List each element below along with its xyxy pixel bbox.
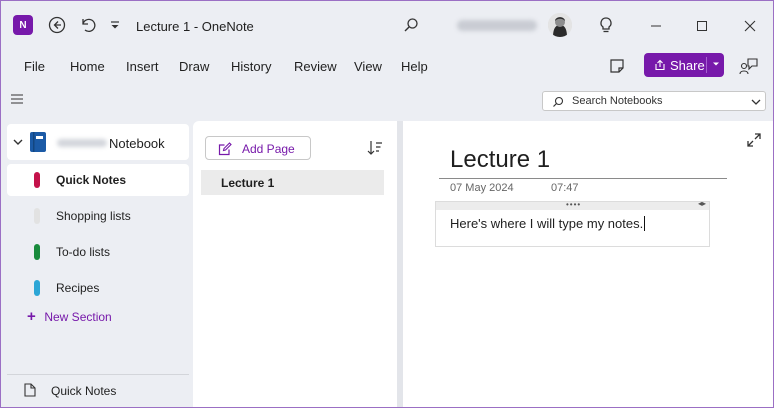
share-label: Share: [670, 57, 705, 73]
text-cursor: [644, 216, 646, 231]
menu-review[interactable]: Review: [294, 59, 337, 74]
hamburger-menu-icon[interactable]: [11, 94, 23, 104]
sidebar-divider: [7, 374, 189, 375]
search-icon: [553, 96, 564, 107]
section-color-tab: [34, 172, 40, 188]
page-date: 07 May 2024: [450, 182, 514, 194]
menu-file[interactable]: File: [24, 59, 45, 74]
add-page-label: Add Page: [242, 142, 295, 156]
section-to-do-lists[interactable]: To-do lists: [7, 236, 189, 268]
notebook-selector[interactable]: Notebook: [7, 124, 189, 160]
feedback-icon[interactable]: [738, 55, 760, 77]
section-color-tab: [34, 244, 40, 260]
section-color-tab: [34, 280, 40, 296]
page-title[interactable]: Lecture 1: [450, 146, 550, 174]
notebook-sidebar: Notebook Quick Notes Shopping lists To-d…: [1, 121, 193, 407]
menu-history[interactable]: History: [231, 59, 271, 74]
window-title: Lecture 1 - OneNote: [136, 19, 254, 34]
new-section-button[interactable]: + New Section: [27, 308, 112, 325]
undo-icon[interactable]: [76, 14, 98, 36]
menu-view[interactable]: View: [354, 59, 382, 74]
page-canvas[interactable]: Lecture 1 07 May 2024 07:47 •••• ◂▸ Here…: [403, 121, 773, 407]
menu-help[interactable]: Help: [401, 59, 428, 74]
resize-handle-icon[interactable]: ◂▸: [698, 199, 706, 208]
page-time: 07:47: [551, 182, 579, 194]
menu-draw[interactable]: Draw: [179, 59, 209, 74]
add-page-icon: [218, 142, 232, 156]
lightbulb-icon[interactable]: [595, 14, 617, 36]
note-container[interactable]: •••• ◂▸ Here's where I will type my note…: [435, 199, 710, 247]
new-section-label: New Section: [44, 310, 112, 324]
notebook-name: Notebook: [109, 136, 165, 151]
chevron-down-icon[interactable]: [13, 138, 23, 146]
chevron-down-icon[interactable]: [711, 59, 721, 69]
page-icon: [24, 383, 36, 397]
section-label: Quick Notes: [56, 173, 127, 187]
share-button[interactable]: Share: [644, 53, 724, 77]
chevron-down-icon[interactable]: [751, 98, 761, 106]
note-text[interactable]: Here's where I will type my notes.: [450, 216, 646, 231]
minimize-button[interactable]: [643, 13, 669, 39]
back-icon[interactable]: [46, 14, 68, 36]
section-shopping-lists[interactable]: Shopping lists: [7, 200, 189, 232]
close-button[interactable]: [737, 13, 763, 39]
avatar[interactable]: [548, 13, 572, 37]
page-list-pane: Add Page Lecture 1: [193, 121, 397, 407]
title-bar: N Lecture 1 - OneNote: [1, 1, 773, 51]
add-page-button[interactable]: Add Page: [205, 136, 311, 160]
account-name[interactable]: [457, 20, 537, 31]
share-icon: [655, 59, 665, 71]
section-label: To-do lists: [56, 245, 111, 259]
sort-icon[interactable]: [365, 139, 383, 157]
onenote-window: N Lecture 1 - OneNote File Home Insert D…: [0, 0, 774, 408]
section-label: Shopping lists: [56, 209, 131, 223]
maximize-button[interactable]: [689, 13, 715, 39]
section-color-tab: [34, 208, 40, 224]
onenote-logo-icon: N: [13, 15, 33, 35]
plus-icon: +: [27, 308, 36, 325]
sticky-note-icon[interactable]: [606, 55, 628, 77]
section-quick-notes[interactable]: Quick Notes: [7, 164, 189, 196]
page-item-label: Lecture 1: [221, 176, 275, 190]
search-icon[interactable]: [400, 14, 422, 36]
section-label: Recipes: [56, 281, 100, 295]
notebook-icon: [30, 132, 46, 152]
page-item-lecture-1[interactable]: Lecture 1: [201, 170, 384, 195]
drag-handle-icon[interactable]: ••••: [566, 200, 581, 209]
quick-access-dropdown-icon[interactable]: [104, 14, 126, 36]
section-recipes[interactable]: Recipes: [7, 272, 189, 304]
note-move-handle[interactable]: •••• ◂▸: [436, 199, 709, 210]
expand-icon[interactable]: [746, 132, 762, 148]
search-notebooks-input[interactable]: Search Notebooks: [542, 91, 766, 111]
search-placeholder: Search Notebooks: [572, 95, 663, 107]
menu-insert[interactable]: Insert: [126, 59, 159, 74]
quick-notes-footer-label: Quick Notes: [51, 384, 117, 398]
title-underline: [439, 178, 727, 179]
menu-home[interactable]: Home: [70, 59, 105, 74]
